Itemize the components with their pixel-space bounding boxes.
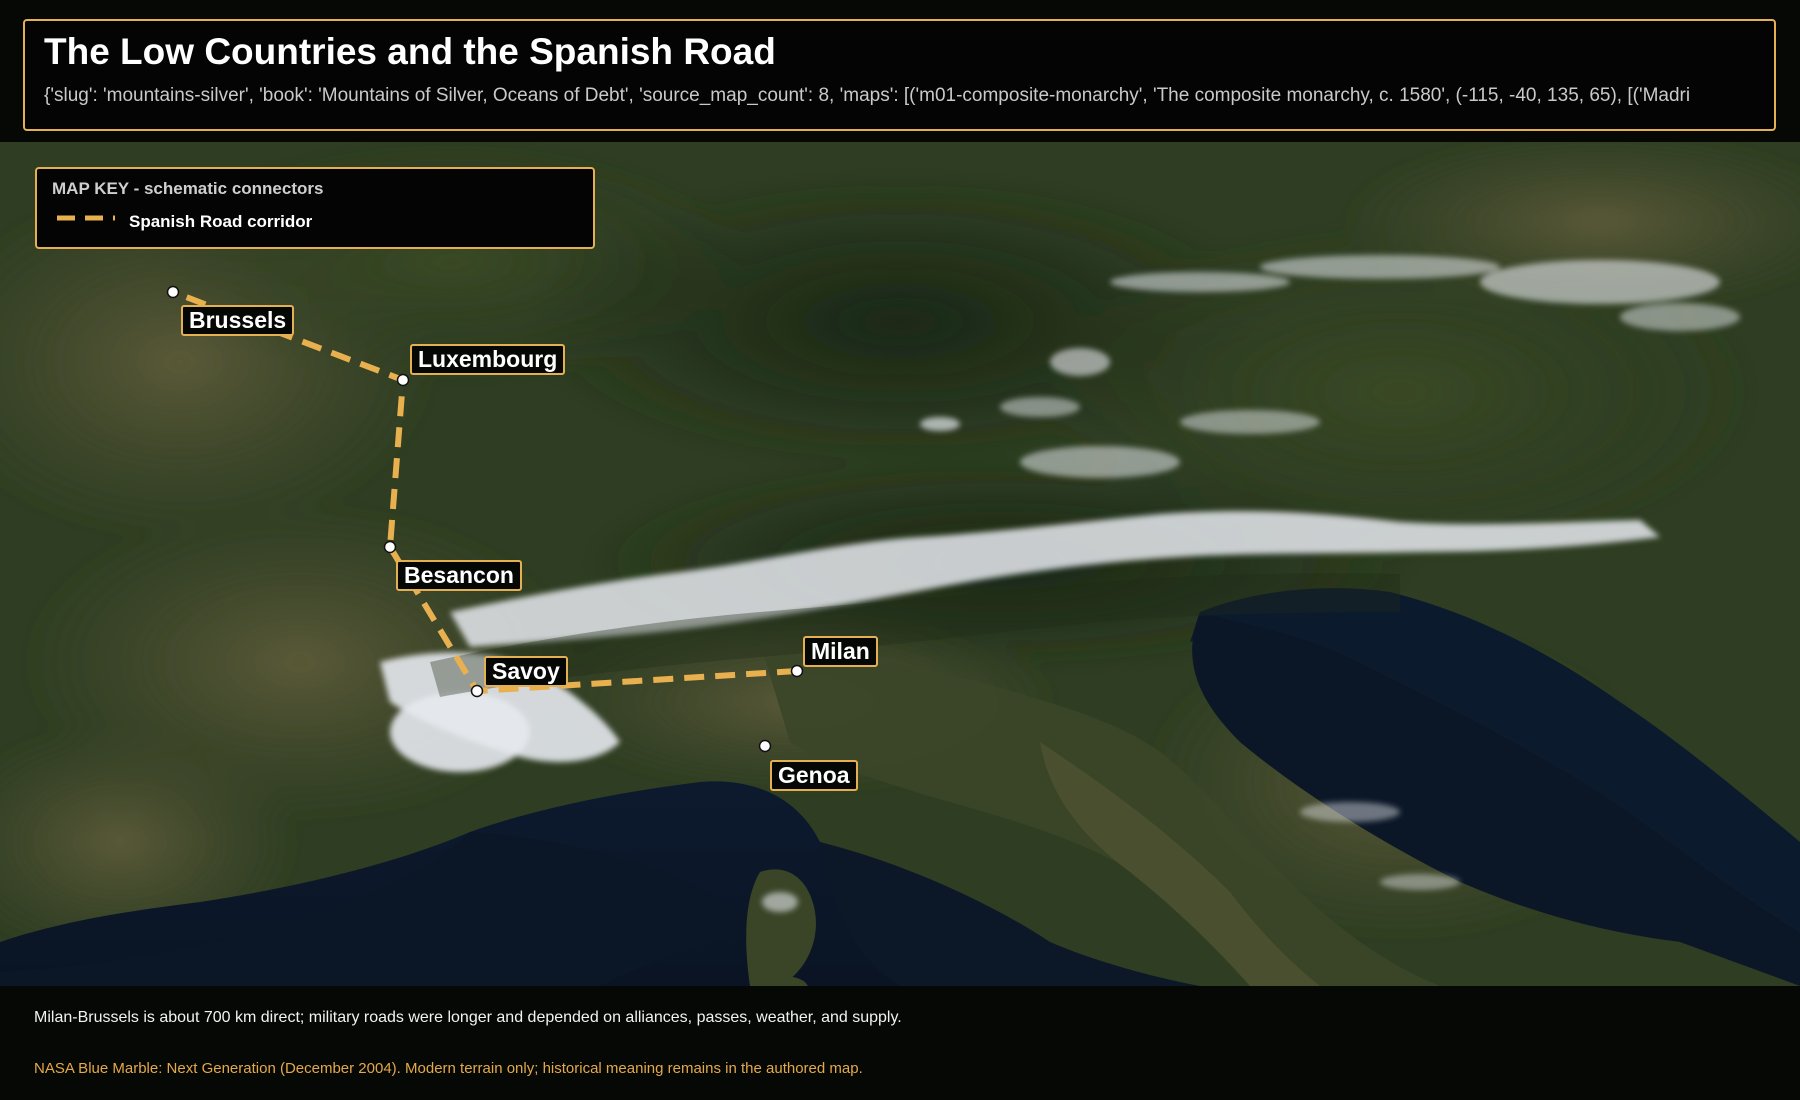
besancon-label[interactable]: Besancon	[396, 560, 522, 591]
map-key: MAP KEY - schematic connectors Spanish R…	[35, 167, 595, 249]
map-subtitle: {'slug': 'mountains-silver', 'book': 'Mo…	[44, 85, 1691, 106]
genoa-label[interactable]: Genoa	[770, 760, 858, 791]
satellite-basemap[interactable]	[0, 142, 1800, 986]
map-key-title: MAP KEY - schematic connectors	[52, 179, 324, 198]
terrain-image	[0, 142, 1800, 986]
map-key-route-label: Spanish Road corridor	[129, 212, 313, 231]
footer: Milan-Brussels is about 700 km direct; m…	[0, 986, 1800, 1100]
luxembourg-label[interactable]: Luxembourg	[410, 344, 566, 375]
distance-note: Milan-Brussels is about 700 km direct; m…	[34, 1009, 902, 1026]
map-title: The Low Countries and the Spanish Road	[44, 31, 776, 72]
milan-label[interactable]: Milan	[803, 636, 878, 667]
brussels-label[interactable]: Brussels	[181, 305, 295, 336]
imagery-credit: NASA Blue Marble: Next Generation (Decem…	[34, 1060, 863, 1077]
title-panel: The Low Countries and the Spanish Road {…	[23, 19, 1776, 131]
route-legend-swatch	[57, 215, 115, 221]
savoy-label[interactable]: Savoy	[484, 656, 568, 687]
